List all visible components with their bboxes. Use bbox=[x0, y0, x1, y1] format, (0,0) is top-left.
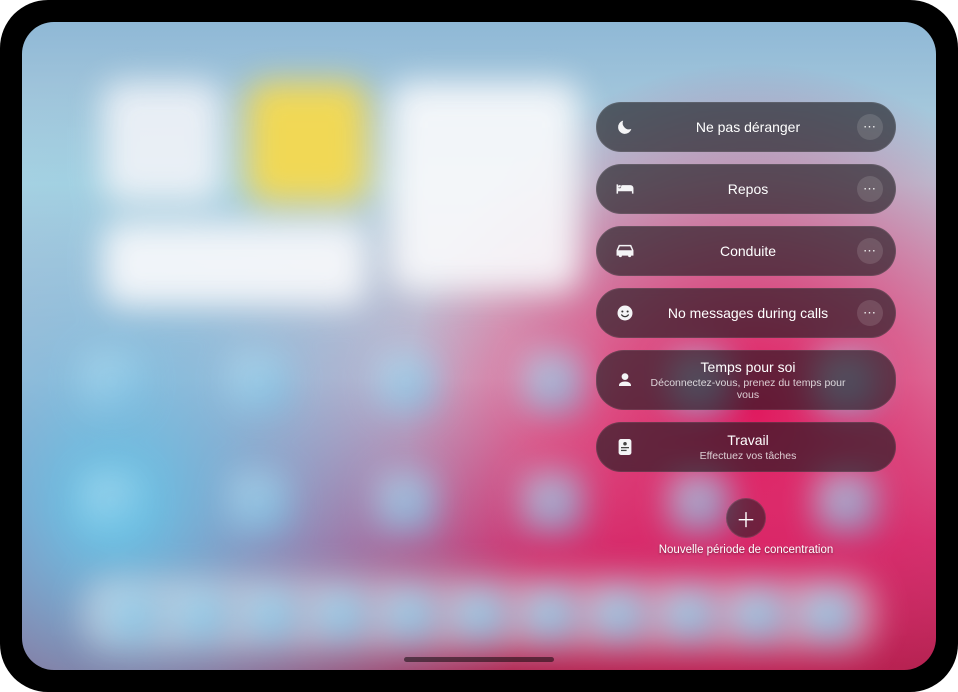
focus-mode-text: Repos bbox=[639, 181, 857, 197]
focus-mode-smile[interactable]: No messages during calls ⋯ bbox=[596, 288, 896, 338]
moon-icon bbox=[611, 118, 639, 136]
app-icon bbox=[229, 472, 289, 532]
focus-mode-text: Temps pour soi Déconnectez-vous, prenez d… bbox=[639, 359, 857, 401]
screen: Ne pas déranger⋯Repos⋯Conduite⋯No messag… bbox=[22, 22, 936, 670]
focus-mode-text: Ne pas déranger bbox=[639, 119, 857, 135]
focus-mode-text: Travail Effectuez vos tâches bbox=[639, 432, 857, 462]
focus-mode-subtitle: Déconnectez-vous, prenez du temps pour v… bbox=[648, 377, 848, 401]
focus-panel: Ne pas déranger⋯Repos⋯Conduite⋯No messag… bbox=[596, 102, 896, 556]
home-indicator[interactable] bbox=[404, 657, 554, 662]
dock-app bbox=[174, 588, 226, 640]
widget-notes bbox=[247, 82, 367, 202]
focus-mode-car[interactable]: Conduite ⋯ bbox=[596, 226, 896, 276]
widget-calendar bbox=[390, 82, 580, 292]
dock bbox=[82, 576, 876, 652]
app-icon bbox=[376, 352, 436, 412]
more-icon[interactable]: ⋯ bbox=[857, 300, 883, 326]
app-icon bbox=[376, 472, 436, 532]
focus-mode-label: No messages during calls bbox=[668, 305, 828, 321]
dock-app bbox=[592, 588, 644, 640]
focus-mode-bed[interactable]: Repos ⋯ bbox=[596, 164, 896, 214]
dock-app bbox=[453, 588, 505, 640]
more-icon[interactable]: ⋯ bbox=[857, 238, 883, 264]
more-icon[interactable]: ⋯ bbox=[857, 114, 883, 140]
focus-mode-text: Conduite bbox=[639, 243, 857, 259]
focus-mode-label: Conduite bbox=[720, 243, 776, 259]
app-icon bbox=[229, 352, 289, 412]
person-icon bbox=[611, 371, 639, 389]
bed-icon bbox=[611, 182, 639, 196]
badge-icon bbox=[611, 437, 639, 457]
new-focus-button[interactable]: ＋ bbox=[726, 498, 766, 538]
dock-app bbox=[662, 588, 714, 640]
dock-app bbox=[314, 588, 366, 640]
dock-app bbox=[731, 588, 783, 640]
focus-mode-label: Temps pour soi bbox=[701, 359, 796, 375]
app-icon bbox=[522, 352, 582, 412]
dock-app bbox=[383, 588, 435, 640]
focus-mode-label: Ne pas déranger bbox=[696, 119, 800, 135]
app-icon bbox=[82, 352, 142, 412]
dock-app bbox=[244, 588, 296, 640]
focus-mode-text: No messages during calls bbox=[639, 305, 857, 321]
widget-clock bbox=[102, 82, 222, 202]
widget-reminders bbox=[102, 222, 367, 307]
focus-mode-subtitle: Effectuez vos tâches bbox=[700, 450, 797, 462]
focus-mode-label: Travail bbox=[727, 432, 769, 448]
dock-app bbox=[801, 588, 853, 640]
smile-icon bbox=[611, 304, 639, 322]
more-icon[interactable]: ⋯ bbox=[857, 176, 883, 202]
plus-icon: ＋ bbox=[736, 504, 756, 533]
focus-mode-label: Repos bbox=[728, 181, 768, 197]
dock-app bbox=[105, 588, 157, 640]
car-icon bbox=[611, 243, 639, 259]
focus-mode-moon[interactable]: Ne pas déranger ⋯ bbox=[596, 102, 896, 152]
focus-mode-person[interactable]: Temps pour soi Déconnectez-vous, prenez d… bbox=[596, 350, 896, 410]
app-icon bbox=[522, 472, 582, 532]
focus-mode-badge[interactable]: TravailEffectuez vos tâches⋯ bbox=[596, 422, 896, 472]
ipad-frame: Ne pas déranger⋯Repos⋯Conduite⋯No messag… bbox=[0, 0, 958, 692]
new-focus-label: Nouvelle période de concentration bbox=[659, 544, 834, 556]
dock-app bbox=[523, 588, 575, 640]
app-icon bbox=[82, 472, 142, 532]
new-focus-wrap: ＋ Nouvelle période de concentration bbox=[659, 498, 834, 556]
